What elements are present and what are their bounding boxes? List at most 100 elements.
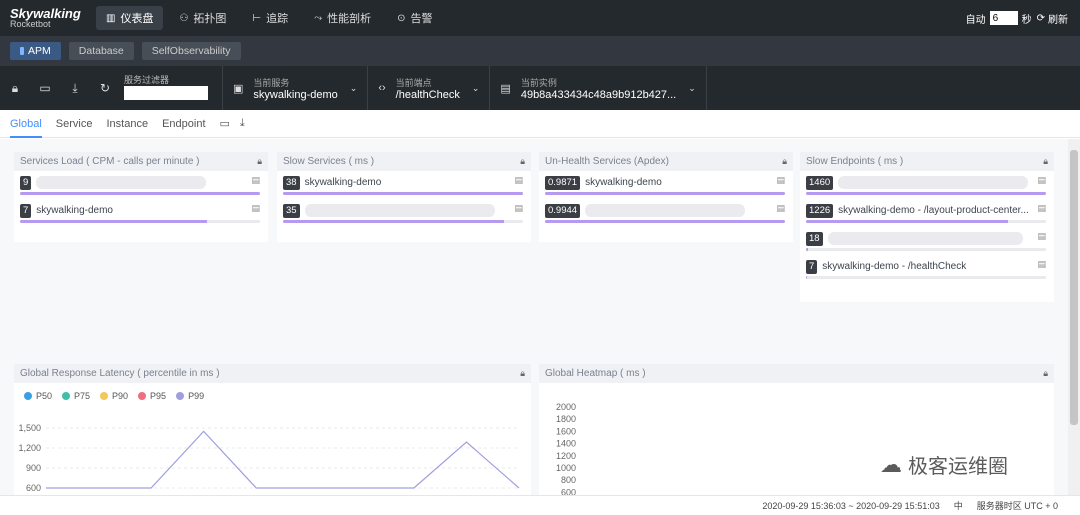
y-tick-label: 1000 bbox=[556, 463, 576, 473]
service-filter-input[interactable] bbox=[124, 86, 208, 101]
value-badge: 7 bbox=[806, 259, 818, 274]
progress-fill bbox=[283, 192, 523, 195]
dashboard-tabs: APM Database SelfObservability bbox=[0, 36, 1080, 66]
list-item[interactable]: 0.9871 skywalking-demo ▤ bbox=[539, 171, 793, 199]
lock-icon[interactable]: 🔒︎ bbox=[1043, 156, 1048, 167]
progress-bar bbox=[806, 192, 1046, 195]
copy-icon[interactable]: ▤ bbox=[776, 203, 785, 214]
chevron-down-icon: ⌄ bbox=[688, 82, 696, 93]
redacted-name bbox=[304, 204, 495, 217]
list-item[interactable]: 0.9944 ▤ bbox=[539, 199, 793, 227]
refresh-button[interactable]: 刷新 bbox=[1048, 11, 1068, 26]
tab-instance[interactable]: Instance bbox=[106, 110, 148, 138]
copy-icon[interactable]: ▤ bbox=[1037, 259, 1046, 270]
copy-icon[interactable]: ▤ bbox=[514, 175, 523, 186]
list-item[interactable]: 35 ▤ bbox=[277, 199, 531, 227]
progress-bar bbox=[806, 220, 1046, 223]
download-icon[interactable]: ⤓ bbox=[60, 81, 90, 96]
tab-service[interactable]: Service bbox=[56, 110, 93, 138]
time-range[interactable]: 2020-09-29 15:36:03 ~ 2020-09-29 15:51:0… bbox=[762, 501, 939, 511]
value-badge: 7 bbox=[20, 203, 32, 218]
tab-endpoint[interactable]: Endpoint bbox=[162, 110, 205, 138]
nav-profile[interactable]: ⤳ 性能剖析 bbox=[304, 6, 381, 30]
nav-trace[interactable]: ⊢ 追踪 bbox=[242, 6, 298, 30]
nav-topology[interactable]: ⚇ 拓扑图 bbox=[169, 6, 236, 30]
legend-item[interactable]: P50 bbox=[24, 391, 52, 401]
lock-icon[interactable]: 🔒︎ bbox=[520, 368, 525, 379]
legend-item[interactable]: P90 bbox=[100, 391, 128, 401]
legend-item[interactable]: P75 bbox=[62, 391, 90, 401]
y-tick-label: 800 bbox=[561, 475, 576, 485]
profile-icon: ⤳ bbox=[314, 12, 323, 24]
copy-icon[interactable]: ▤ bbox=[776, 175, 785, 186]
copy-icon[interactable]: ▤ bbox=[251, 203, 260, 214]
list-item[interactable]: 38 skywalking-demo ▤ bbox=[277, 171, 531, 199]
y-tick-label: 1,500 bbox=[18, 423, 41, 433]
lock-icon[interactable]: 🔒︎ bbox=[0, 81, 30, 96]
logo[interactable]: Skywalking Rocketbot bbox=[0, 7, 90, 29]
value-badge: 0.9871 bbox=[545, 175, 581, 190]
lock-icon[interactable]: 🔒︎ bbox=[1043, 368, 1048, 379]
copy-icon[interactable]: ▤ bbox=[1037, 203, 1046, 214]
legend-label: P95 bbox=[150, 391, 167, 401]
nav-dashboard[interactable]: ▥ 仪表盘 bbox=[96, 6, 164, 30]
tab-database[interactable]: Database bbox=[68, 42, 134, 60]
list-item[interactable]: 18 ▤ bbox=[800, 227, 1054, 255]
endpoint-select[interactable]: ‹› 当前端点 /healthCheck ⌄ bbox=[367, 66, 489, 110]
tab-global[interactable]: Global bbox=[10, 110, 42, 138]
progress-bar bbox=[806, 276, 1046, 279]
copy-icon[interactable]: ▤ bbox=[1037, 175, 1046, 186]
legend-label: P50 bbox=[36, 391, 53, 401]
list-item[interactable]: 1226 skywalking-demo - /layout-product-ce… bbox=[800, 199, 1054, 227]
service-label: 当前服务 bbox=[253, 77, 290, 88]
folder-icon[interactable]: ▭ bbox=[30, 81, 60, 95]
service-select[interactable]: ▣ 当前服务 skywalking-demo ⌄ bbox=[222, 66, 367, 110]
legend-item[interactable]: P99 bbox=[176, 391, 204, 401]
progress-fill bbox=[806, 276, 808, 279]
instance-value: 49b8a433434c48a9b912b427... bbox=[520, 88, 677, 101]
list-item[interactable]: 9 ▤ bbox=[14, 171, 268, 199]
lock-icon[interactable]: 🔒︎ bbox=[520, 156, 525, 167]
auto-seconds-input[interactable] bbox=[989, 11, 1018, 25]
tab-selfobservability[interactable]: SelfObservability bbox=[141, 42, 241, 60]
latency-chart: 1,500 1,200 900 600 bbox=[18, 423, 520, 493]
download-icon[interactable]: ⤓ bbox=[240, 117, 245, 130]
tab-apm[interactable]: APM bbox=[10, 42, 61, 60]
list-item[interactable]: 7 skywalking-demo - /healthCheck ▤ bbox=[800, 255, 1054, 283]
chevron-down-icon: ⌄ bbox=[349, 82, 358, 93]
toolbar: 🔒︎ ▭ ⤓ ↻ 服务过滤器 ▣ 当前服务 skywalking-demo ⌄ … bbox=[0, 66, 1080, 110]
tab-apm-label: APM bbox=[28, 45, 51, 57]
instance-select[interactable]: ▤ 当前实例 49b8a433434c48a9b912b427... ⌄ bbox=[489, 66, 707, 110]
code-icon: ‹› bbox=[378, 82, 386, 94]
nav-alarm[interactable]: ⊙ 告警 bbox=[387, 6, 442, 30]
redacted-name bbox=[827, 232, 1023, 245]
panel-title: Global Response Latency ( percentile in … bbox=[20, 368, 220, 379]
scrollbar-thumb[interactable] bbox=[1070, 150, 1078, 425]
value-badge: 18 bbox=[806, 231, 823, 246]
progress-fill bbox=[545, 192, 785, 195]
progress-fill bbox=[806, 192, 1046, 195]
refresh-icon[interactable]: ⟳ bbox=[1037, 13, 1045, 24]
panel-title: Slow Endpoints ( ms ) bbox=[806, 156, 904, 167]
copy-icon[interactable]: ▤ bbox=[251, 175, 260, 186]
list-item[interactable]: 7 skywalking-demo ▤ bbox=[14, 199, 268, 227]
legend-item[interactable]: P95 bbox=[138, 391, 166, 401]
unhealth-services-panel: Un-Health Services (Apdex) 🔒︎ 0.9871 skywa… bbox=[539, 152, 793, 242]
series-line-P99 bbox=[46, 430, 520, 489]
lock-icon[interactable]: 🔒︎ bbox=[782, 156, 787, 167]
nav-profile-label: 性能剖析 bbox=[327, 13, 372, 25]
item-name: skywalking-demo - /layout-product-center… bbox=[838, 205, 1029, 216]
nav-dashboard-label: 仪表盘 bbox=[120, 13, 154, 25]
copy-icon[interactable]: ▤ bbox=[1037, 231, 1046, 242]
progress-fill bbox=[20, 192, 260, 195]
reload-icon[interactable]: ↻ bbox=[90, 81, 120, 95]
auto-label: 自动 bbox=[965, 14, 986, 26]
copy-icon[interactable]: ▤ bbox=[514, 203, 523, 214]
list-item[interactable]: 1460 ▤ bbox=[800, 171, 1054, 199]
progress-bar bbox=[20, 192, 260, 195]
language-toggle[interactable]: 中 bbox=[954, 499, 963, 512]
lock-icon[interactable]: 🔒︎ bbox=[257, 156, 262, 167]
folder-icon[interactable]: ▭ bbox=[220, 117, 230, 130]
progress-fill bbox=[806, 248, 809, 251]
timezone: 服务器时区 UTC + 0 bbox=[976, 501, 1058, 511]
